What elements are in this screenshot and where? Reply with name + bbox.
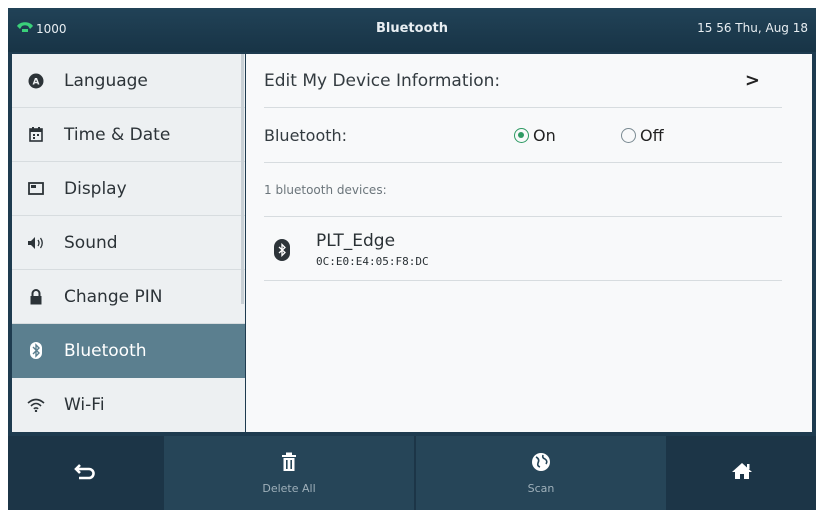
menu-item-label: Wi-Fi [64,395,105,415]
lock-icon [26,288,46,305]
line-indicator: 1000 [16,20,67,37]
radio-unselected-icon [621,128,636,143]
chevron-right-icon: > [744,70,760,91]
scan-globe-icon [531,452,551,476]
edit-device-info-label: Edit My Device Information: [264,70,501,91]
bluetooth-icon [26,342,46,359]
menu-item-time-date[interactable]: Time & Date [12,108,245,162]
off-label: Off [640,126,664,145]
menu-item-bluetooth[interactable]: Bluetooth [12,324,245,378]
back-arrow-icon [74,462,96,484]
menu-item-label: Language [64,70,148,91]
menu-scrollbar[interactable] [241,54,244,304]
status-datetime: 15 56 Thu, Aug 18 [697,21,808,35]
bluetooth-on-radio[interactable]: On [514,126,556,145]
speaker-icon [26,236,46,250]
page-title: Bluetooth [376,21,448,36]
edit-device-info-row[interactable]: Edit My Device Information: > [264,54,782,108]
on-label: On [533,126,556,145]
delete-all-label: Delete All [262,481,316,495]
device-count-label: 1 bluetooth devices: [264,182,387,197]
bluetooth-toggle-row: Bluetooth: On Off [264,108,782,163]
delete-all-button[interactable]: Delete All [164,436,414,510]
line-number: 1000 [36,21,67,36]
menu-item-sound[interactable]: Sound [12,216,245,270]
home-button[interactable] [668,436,816,510]
bluetooth-device-icon [274,239,290,261]
radio-selected-icon [514,128,529,143]
scan-button[interactable]: Scan [416,436,666,510]
device-name: PLT_Edge [316,231,396,251]
phone-screen: 1000 Bluetooth 15 56 Thu, Aug 18 A Langu… [8,8,816,510]
menu-item-display[interactable]: Display [12,162,245,216]
softkey-bar: Delete All Scan [8,436,816,510]
device-list-item[interactable]: PLT_Edge 0C:E0:E4:05:F8:DC [264,217,782,281]
settings-menu: A Language Time & Date Display Sound Cha… [12,54,245,432]
device-mac-address: 0C:E0:E4:05:F8:DC [316,255,429,268]
home-icon [731,462,753,484]
scan-label: Scan [527,481,555,495]
menu-item-label: Bluetooth [64,340,147,361]
menu-item-label: Display [64,178,127,199]
calendar-icon [26,127,46,142]
bluetooth-label: Bluetooth: [264,125,348,145]
menu-item-label: Sound [64,232,118,253]
bluetooth-off-radio[interactable]: Off [621,126,664,145]
device-count-row: 1 bluetooth devices: [264,163,782,217]
display-icon [26,182,46,195]
menu-item-change-pin[interactable]: Change PIN [12,270,245,324]
svg-text:A: A [33,77,40,87]
status-bar: 1000 Bluetooth 15 56 Thu, Aug 18 [8,8,816,52]
menu-item-language[interactable]: A Language [12,54,245,108]
bluetooth-settings-panel: Edit My Device Information: > Bluetooth:… [246,54,812,432]
menu-item-label: Change PIN [64,286,163,307]
language-icon: A [26,73,46,89]
phone-handset-icon [16,20,36,37]
wifi-icon [26,398,46,412]
back-button[interactable] [8,436,162,510]
trash-icon [281,452,297,476]
menu-item-label: Time & Date [64,124,171,145]
menu-item-wifi[interactable]: Wi-Fi [12,378,245,432]
